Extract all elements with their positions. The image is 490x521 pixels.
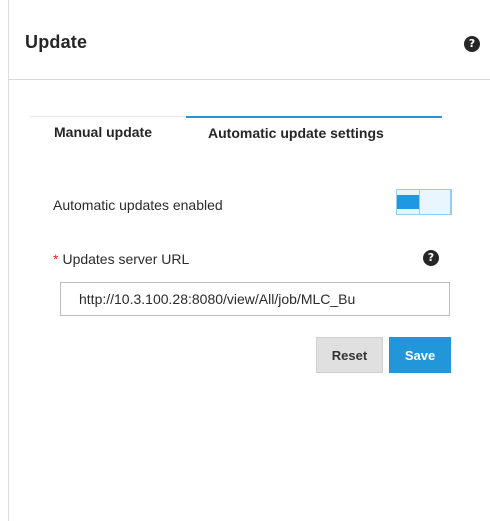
updates-server-url-input[interactable]	[60, 282, 450, 316]
auto-updates-toggle[interactable]	[396, 189, 452, 215]
url-label-text: Updates server URL	[62, 251, 190, 267]
url-field-label: * Updates server URL	[53, 251, 189, 267]
toggle-knob	[419, 189, 451, 215]
question-circle-icon[interactable]: ?	[464, 36, 480, 52]
page-title: Update	[25, 32, 88, 52]
required-marker: *	[53, 251, 59, 267]
tab-manual-update[interactable]: Manual update	[30, 116, 186, 148]
toggle-on-indicator	[397, 195, 419, 209]
auto-updates-label: Automatic updates enabled	[53, 197, 223, 213]
tab-bar: Manual update Automatic update settings	[30, 116, 442, 149]
question-circle-icon[interactable]: ?	[423, 250, 439, 266]
save-button[interactable]: Save	[389, 337, 451, 373]
tab-automatic-update-settings[interactable]: Automatic update settings	[186, 116, 442, 148]
reset-button[interactable]: Reset	[316, 337, 383, 373]
panel-header: Update ?	[9, 0, 490, 80]
